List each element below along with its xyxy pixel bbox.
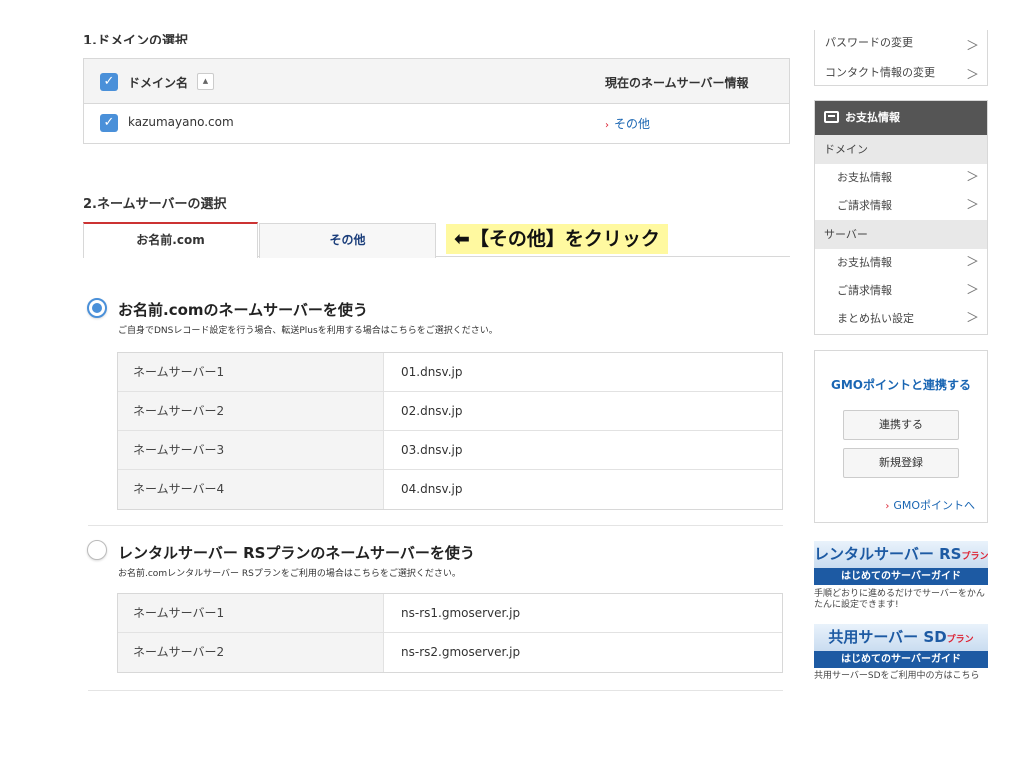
table-row: ネームサーバー3 03.dnsv.jp — [118, 431, 782, 470]
tab-onamae[interactable]: お名前.com — [83, 222, 258, 258]
current-nameserver-header: 現在のネームサーバー情報 — [605, 76, 749, 90]
sidebar-item-label: コンタクト情報の変更 — [825, 66, 935, 79]
rs-guide-banner[interactable]: レンタルサーバー RSプラン はじめてのサーバーガイド — [814, 541, 988, 585]
option-title-rs: レンタルサーバー RSプランのネームサーバーを使う — [118, 544, 475, 562]
rs-banner-suffix: プラン — [961, 552, 988, 562]
instruction-annotation: ⬅【その他】をクリック — [446, 224, 668, 254]
domain-checkbox[interactable]: ✓ — [100, 114, 118, 132]
nameserver-value: 01.dnsv.jp — [401, 365, 463, 379]
option-title-onamae: お名前.comのネームサーバーを使う — [118, 301, 368, 319]
divider — [88, 525, 783, 526]
rs-banner-note: 手順どおりに進めるだけでサーバーをかんたんに設定できます! — [814, 589, 985, 610]
gmo-point-link-label: GMOポイントへ — [893, 499, 975, 512]
sidebar-item-label: まとめ払い設定 — [837, 312, 914, 325]
nameserver-label: ネームサーバー4 — [118, 470, 384, 509]
rs-banner-main: レンタルサーバー RS — [814, 545, 962, 563]
nameserver-value: ns-rs2.gmoserver.jp — [401, 645, 521, 659]
sidebar-item-label: パスワードの変更 — [825, 36, 913, 49]
domain-name: kazumayano.com — [128, 115, 234, 129]
account-links-box: パスワードの変更 ＞ コンタクト情報の変更 ＞ — [814, 30, 988, 86]
chevron-right-icon: ＞ — [965, 39, 979, 54]
nameserver-label: ネームサーバー1 — [118, 594, 384, 632]
sidebar-item-server-billing[interactable]: ご請求情報 ＞ — [815, 277, 987, 305]
current-nameserver-value: その他 — [614, 117, 651, 131]
payment-category-server: サーバー — [815, 220, 987, 249]
sidebar-item-label: ご請求情報 — [837, 199, 892, 212]
payment-category-domain: ドメイン — [815, 135, 987, 164]
radio-onamae-nameserver[interactable] — [87, 298, 107, 318]
chevron-right-icon: ＞ — [965, 283, 979, 298]
table-row: ネームサーバー1 01.dnsv.jp — [118, 353, 782, 392]
tab-other[interactable]: その他 — [259, 223, 436, 258]
table-row: ネームサーバー4 04.dnsv.jp — [118, 470, 782, 509]
table-row: ✓ kazumayano.com › その他 — [84, 104, 789, 143]
table-row: ネームサーバー2 02.dnsv.jp — [118, 392, 782, 431]
sidebar-item-bulk-payment[interactable]: まとめ払い設定 ＞ — [815, 305, 987, 333]
sidebar-item-label: お支払情報 — [837, 171, 892, 184]
gmo-link-button[interactable]: 連携する — [843, 410, 959, 440]
wallet-icon — [824, 111, 839, 123]
domain-table: ✓ ドメイン名 ▲ 現在のネームサーバー情報 ✓ kazumayano.com … — [83, 58, 790, 144]
payment-header-label: お支払情報 — [845, 111, 900, 124]
sidebar-item-domain-billing[interactable]: ご請求情報 ＞ — [815, 192, 987, 220]
nameserver-value: ns-rs1.gmoserver.jp — [401, 606, 521, 620]
chevron-right-icon: › — [605, 120, 609, 131]
sidebar-item-domain-payment[interactable]: お支払情報 ＞ — [815, 164, 987, 192]
nameserver-label: ネームサーバー2 — [118, 633, 384, 672]
sidebar-item-password[interactable]: パスワードの変更 ＞ — [815, 30, 987, 56]
sidebar-item-server-payment[interactable]: お支払情報 ＞ — [815, 249, 987, 277]
nameserver-value: 04.dnsv.jp — [401, 482, 463, 496]
gmo-point-title: GMOポイントと連携する — [831, 378, 971, 392]
chevron-right-icon: › — [885, 501, 890, 512]
section-title-domain-select: 1.ドメインの選択 — [83, 34, 188, 44]
radio-rs-nameserver[interactable] — [87, 540, 107, 560]
sd-banner-title: 共用サーバー SDプラン — [814, 624, 988, 651]
sidebar-item-label: ご請求情報 — [837, 284, 892, 297]
table-row: ネームサーバー2 ns-rs2.gmoserver.jp — [118, 633, 782, 672]
gmo-point-box: GMOポイントと連携する 連携する 新規登録 › GMOポイントへ — [814, 350, 988, 523]
rs-nameserver-table: ネームサーバー1 ns-rs1.gmoserver.jp ネームサーバー2 ns… — [117, 593, 783, 673]
nameserver-value: 03.dnsv.jp — [401, 443, 463, 457]
section-title-nameserver-select: 2.ネームサーバーの選択 — [83, 197, 227, 212]
domain-table-header: ✓ ドメイン名 ▲ 現在のネームサーバー情報 — [84, 59, 789, 104]
divider — [88, 690, 783, 691]
payment-header: お支払情報 — [815, 101, 987, 135]
select-all-checkbox[interactable]: ✓ — [100, 73, 118, 91]
sidebar-item-label: お支払情報 — [837, 256, 892, 269]
chevron-right-icon: ＞ — [965, 68, 979, 83]
chevron-right-icon: ＞ — [965, 255, 979, 270]
rs-banner-title: レンタルサーバー RSプラン — [814, 541, 988, 568]
sd-banner-note: 共用サーバーSDをご利用中の方はこちら — [814, 671, 980, 681]
domain-name-header: ドメイン名 — [128, 76, 189, 90]
payment-info-box: お支払情報 ドメイン お支払情報 ＞ ご請求情報 ＞ サーバー お支払情報 ＞ … — [814, 100, 988, 335]
nameserver-label: ネームサーバー3 — [118, 431, 384, 469]
option-desc-onamae: ご自身でDNSレコード設定を行う場合、転送Plusを利用する場合はこちらをご選択… — [118, 326, 498, 336]
sort-button[interactable]: ▲ — [197, 73, 214, 90]
gmo-point-link[interactable]: › GMOポイントへ — [885, 497, 975, 513]
current-nameserver-link[interactable]: › その他 — [605, 115, 650, 132]
option-desc-rs: お名前.comレンタルサーバー RSプランをご利用の場合はこちらをご選択ください… — [118, 569, 461, 579]
nameserver-label: ネームサーバー2 — [118, 392, 384, 430]
sd-banner-subtitle: はじめてのサーバーガイド — [814, 651, 988, 668]
gmo-register-button[interactable]: 新規登録 — [843, 448, 959, 478]
chevron-right-icon: ＞ — [965, 170, 979, 185]
nameserver-tabs: お名前.com その他 — [83, 222, 790, 258]
chevron-right-icon: ＞ — [965, 198, 979, 213]
sd-guide-banner[interactable]: 共用サーバー SDプラン はじめてのサーバーガイド — [814, 624, 988, 668]
onamae-nameserver-table: ネームサーバー1 01.dnsv.jp ネームサーバー2 02.dnsv.jp … — [117, 352, 783, 510]
nameserver-value: 02.dnsv.jp — [401, 404, 463, 418]
sd-banner-suffix: プラン — [946, 635, 974, 645]
rs-banner-subtitle: はじめてのサーバーガイド — [814, 568, 988, 585]
nameserver-label: ネームサーバー1 — [118, 353, 384, 391]
sidebar-item-contact[interactable]: コンタクト情報の変更 ＞ — [815, 58, 987, 84]
sd-banner-main: 共用サーバー SD — [828, 628, 947, 646]
chevron-right-icon: ＞ — [965, 311, 979, 326]
table-row: ネームサーバー1 ns-rs1.gmoserver.jp — [118, 594, 782, 633]
